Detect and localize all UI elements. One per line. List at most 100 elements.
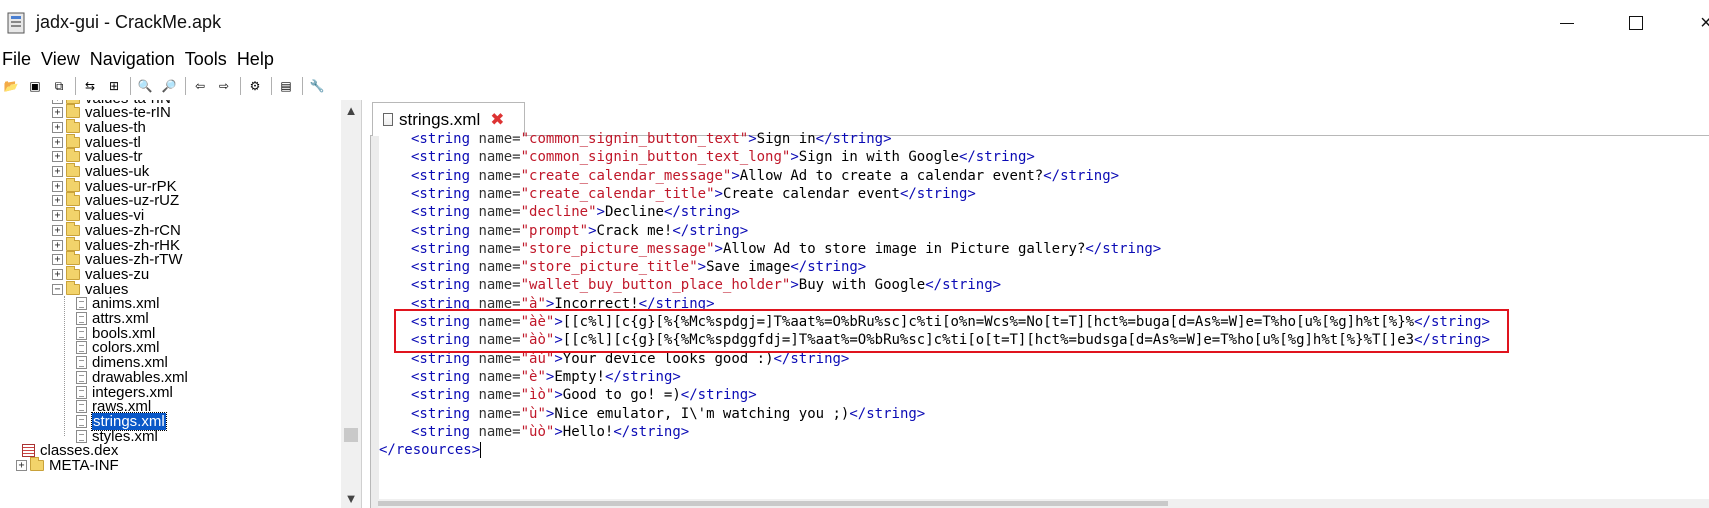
xml-file-icon (76, 356, 87, 370)
collapse-icon[interactable]: − (52, 283, 63, 295)
xml-close-tag: </string> (672, 222, 749, 239)
menu-help[interactable]: Help (237, 49, 278, 70)
scroll-thumb[interactable] (344, 428, 358, 442)
close-button[interactable]: × (1684, 8, 1709, 38)
tree-vertical-scrollbar[interactable]: ▲ ▼ (341, 100, 361, 508)
folder-icon (66, 100, 80, 104)
tree-item[interactable]: + META-INF (16, 457, 119, 474)
xml-quote: " (520, 387, 530, 404)
save-all-icon[interactable]: ⧉ (48, 76, 70, 96)
xml-quote: " (579, 222, 589, 239)
xml-quote: " (520, 149, 530, 166)
xml-attribute-name: name= (478, 222, 521, 239)
toolbar-separator (271, 77, 272, 95)
string-value: Allow Ad to store image in Picture galle… (722, 240, 1086, 257)
code-editor: strings.xml ✖ <string name="common_signi… (370, 100, 1709, 508)
xml-tag-end: > (714, 185, 723, 202)
xml-close-tag: </string> (604, 368, 681, 385)
string-value: Nice emulator, I\'m watching you ;) (554, 405, 850, 422)
expand-icon[interactable]: + (52, 100, 63, 104)
xml-attribute-value: common_signin_button_text_long (529, 149, 782, 166)
xml-close-tag: </string> (680, 387, 757, 404)
window-title: jadx-gui - CrackMe.apk (36, 12, 222, 32)
sync-icon[interactable]: ⇆ (79, 76, 101, 96)
string-value: Hello! (562, 423, 614, 440)
xml-quote: " (520, 405, 530, 422)
xml-attribute-value: prompt (529, 222, 580, 239)
maximize-button[interactable] (1614, 8, 1658, 38)
log-icon[interactable]: ▤ (275, 76, 297, 96)
string-value: Allow Ad to create a calendar event? (739, 167, 1044, 184)
menu-bar: File View Navigation Tools Help (0, 46, 1709, 72)
expand-icon[interactable]: + (52, 254, 63, 266)
menu-navigation[interactable]: Navigation (90, 49, 179, 70)
title-bar: jadx-gui - CrackMe.apk × (0, 0, 1709, 46)
xml-tag-end: > (554, 387, 563, 404)
menu-view[interactable]: View (41, 49, 84, 70)
menu-tools[interactable]: Tools (185, 49, 231, 70)
expand-icon[interactable]: + (52, 107, 63, 119)
expand-icon[interactable]: + (52, 136, 63, 148)
xml-quote: " (520, 185, 530, 202)
code-line: <string name="store_picture_title">Save … (411, 258, 866, 276)
expand-icon[interactable]: + (52, 121, 63, 133)
back-icon[interactable]: ⇦ (189, 76, 211, 96)
xml-attribute-name: name= (478, 368, 521, 385)
xml-quote: " (520, 167, 530, 184)
xml-attribute-name: name= (478, 240, 521, 257)
expand-icon[interactable]: + (52, 151, 63, 163)
open-folder-icon[interactable]: 📂 (0, 76, 22, 96)
xml-quote: " (520, 204, 530, 221)
search-icon[interactable]: 🔍 (134, 76, 156, 96)
close-tab-icon[interactable]: ✖ (490, 110, 504, 130)
xml-file-icon (76, 326, 87, 340)
expand-icon[interactable]: + (52, 210, 63, 222)
hscroll-thumb[interactable] (378, 501, 1168, 506)
string-value: Create calendar event (722, 185, 900, 202)
forward-icon[interactable]: ⇨ (213, 76, 235, 96)
xml-file-icon (76, 429, 87, 443)
expand-icon[interactable]: + (16, 460, 27, 471)
code-line: <string name="common_signin_button_text_… (411, 148, 1035, 166)
expand-icon[interactable]: + (52, 195, 63, 207)
flatten-packages-icon[interactable]: ⊞ (103, 76, 125, 96)
deobfuscation-icon[interactable]: ⚙ (244, 76, 266, 96)
expand-icon[interactable]: + (52, 268, 63, 280)
xml-close-tag: </string> (1043, 167, 1120, 184)
xml-quote: " (537, 405, 546, 422)
xml-open-tag: <string (411, 277, 471, 294)
scroll-down-icon[interactable]: ▼ (341, 488, 361, 508)
tab-label: strings.xml (399, 109, 481, 129)
xml-attribute-name: name= (478, 405, 521, 422)
editor-horizontal-scrollbar[interactable] (378, 499, 1709, 508)
code-line: <string name="store_picture_message">All… (411, 240, 1161, 258)
string-value: Sign in with Google (798, 149, 959, 166)
xml-tag-end: > (554, 423, 563, 440)
find-icon[interactable]: 🔎 (158, 76, 180, 96)
xml-tag-end: > (596, 204, 605, 221)
save-icon[interactable]: ▣ (24, 76, 46, 96)
xml-open-tag: <string (411, 405, 471, 422)
xml-open-tag: <string (411, 131, 471, 147)
menu-file[interactable]: File (2, 49, 35, 70)
expand-icon[interactable]: + (52, 166, 63, 177)
expand-icon[interactable]: + (52, 180, 63, 192)
folder-icon (66, 221, 80, 236)
xml-open-tag: <string (411, 167, 471, 184)
minimize-button[interactable] (1545, 8, 1589, 38)
xml-attribute-name: name= (478, 149, 521, 166)
folder-icon (66, 104, 80, 119)
scroll-up-icon[interactable]: ▲ (341, 100, 361, 120)
preferences-icon[interactable]: 🔧 (306, 76, 328, 96)
toolbar: 📂 ▣ ⧉ ⇆ ⊞ 🔍 🔎 ⇦ ⇨ ⚙ ▤ 🔧 (0, 74, 1709, 98)
folder-icon (66, 148, 80, 163)
expand-icon[interactable]: + (52, 239, 63, 251)
xml-open-tag: <string (411, 204, 471, 221)
code-line: <string name="create_calendar_title">Cre… (411, 185, 976, 203)
xml-attribute-name: name= (478, 167, 521, 184)
code-line: <string name="ùò">Hello!</string> (411, 423, 689, 441)
xml-close-tag: </string> (849, 405, 926, 422)
xml-quote: " (588, 204, 597, 221)
tree-guide-line (64, 296, 65, 436)
expand-icon[interactable]: + (52, 224, 63, 236)
